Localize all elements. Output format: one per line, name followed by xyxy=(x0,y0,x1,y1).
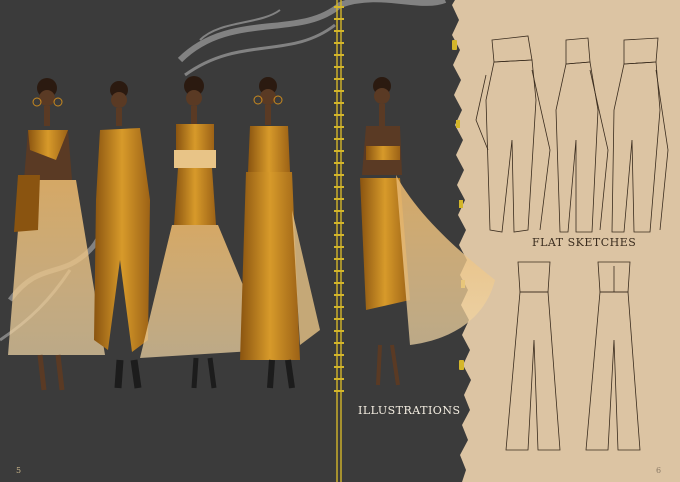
illustrations-caption: ILLUSTRATIONS xyxy=(358,404,461,417)
center-zipper xyxy=(336,0,342,482)
figure-1-one-shoulder-tulle-gown xyxy=(8,78,105,391)
right-page-number: 6 xyxy=(656,466,662,475)
strapless-jumpsuit-front xyxy=(505,261,561,451)
left-page-number: 5 xyxy=(16,466,22,475)
draped-jumpsuit-back xyxy=(555,37,609,233)
strapless-jumpsuit-back xyxy=(585,261,641,451)
figure-5-draped-wing-skirt xyxy=(360,77,495,386)
draped-jumpsuit-front xyxy=(475,35,551,233)
magazine-spread: ILLUSTRATIONS FLAT SKETCHES 5 6 xyxy=(0,0,680,482)
center-zipper-teeth xyxy=(334,6,344,392)
figure-4-corset-wide-leg-set xyxy=(240,77,320,389)
figure-2-asymmetric-jumpsuit xyxy=(94,81,150,389)
draped-jumpsuit-side xyxy=(611,37,669,233)
flat-sketches-caption: FLAT SKETCHES xyxy=(532,236,637,249)
